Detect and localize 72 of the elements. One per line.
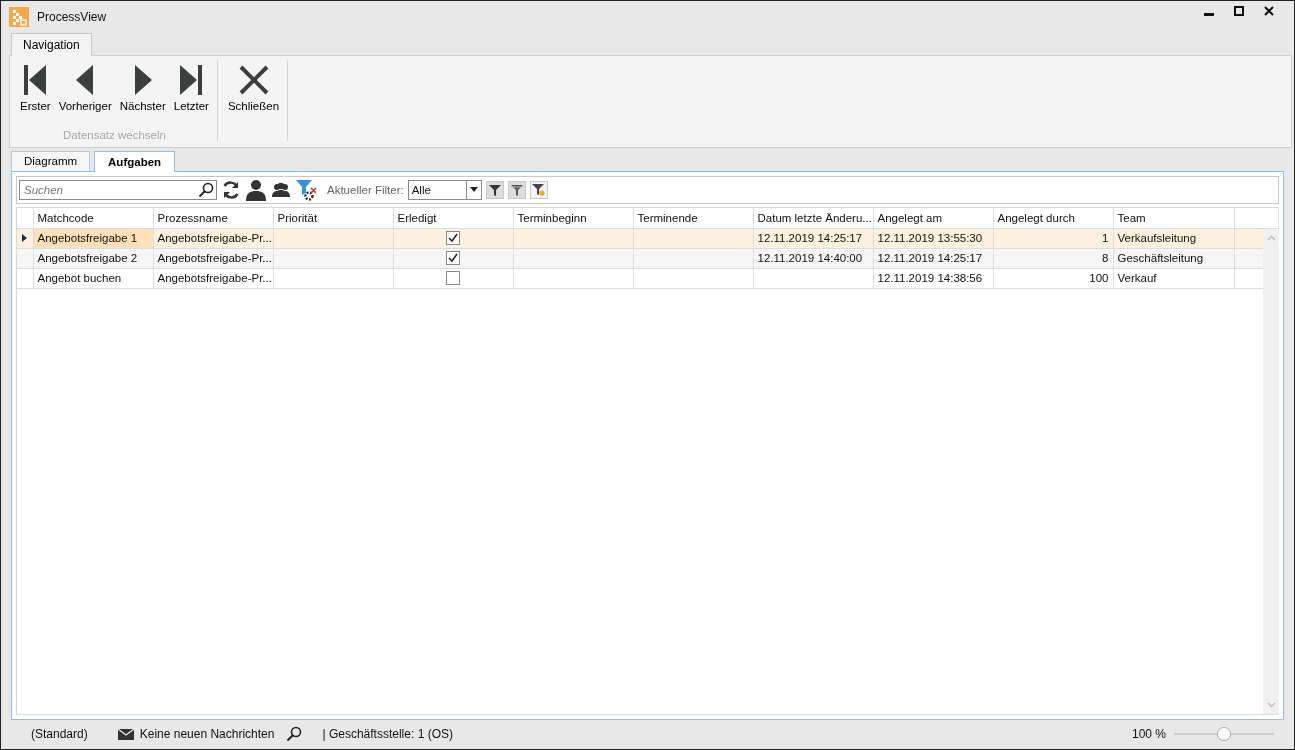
search-icon[interactable] bbox=[286, 726, 303, 743]
filter-gear-icon[interactable] bbox=[295, 178, 317, 201]
refresh-icon[interactable] bbox=[221, 179, 241, 200]
column-header[interactable]: Team bbox=[1113, 207, 1234, 229]
close-icon[interactable] bbox=[1264, 6, 1274, 17]
table-cell: 12.11.2019 14:38:56 bbox=[877, 272, 983, 285]
table-cell: Angebotsfreigabe 2 bbox=[37, 252, 138, 265]
zoom-value: 100 % bbox=[1131, 727, 1166, 742]
column-header[interactable]: Terminbeginn bbox=[513, 207, 633, 229]
messages-status: Keine neuen Nachrichten bbox=[139, 727, 275, 742]
table-cell: Geschäftsleitung bbox=[1117, 252, 1204, 265]
branch-status: | Geschäftsstelle: 1 (OS) bbox=[322, 727, 453, 742]
window-title: ProcessView bbox=[37, 10, 107, 25]
current-row-icon bbox=[22, 234, 28, 243]
table-cell: Angebotsfreigabe-Pr... bbox=[157, 232, 272, 245]
table-cell: 12.11.2019 13:55:30 bbox=[877, 232, 983, 245]
table-cell: Verkauf bbox=[1117, 272, 1157, 285]
filter-button[interactable] bbox=[485, 180, 504, 199]
skip-last-icon bbox=[178, 65, 205, 96]
navigation-button[interactable]: Letzter bbox=[171, 60, 211, 113]
table-cell: Angebot buchen bbox=[37, 272, 122, 285]
table-cell: 100 bbox=[1089, 272, 1109, 285]
table-cell: 12.11.2019 14:25:17 bbox=[877, 252, 983, 265]
search-icon bbox=[198, 181, 214, 198]
close-button[interactable]: Schließen bbox=[225, 60, 282, 113]
document-tab[interactable]: Diagramm bbox=[11, 150, 91, 171]
navigation-button[interactable]: Erster bbox=[18, 60, 53, 113]
edit-filter-button[interactable] bbox=[529, 180, 548, 199]
envelope-icon[interactable] bbox=[117, 728, 134, 740]
skip-first-icon bbox=[22, 65, 49, 96]
ribbon-tab[interactable]: Navigation bbox=[11, 33, 92, 57]
column-header[interactable]: Matchcode bbox=[33, 207, 153, 229]
table-cell: 8 bbox=[1102, 252, 1109, 265]
column-header[interactable]: Prozessname bbox=[153, 207, 273, 229]
search-field[interactable]: Suchen bbox=[19, 179, 217, 200]
navigation-button[interactable]: Nächster bbox=[117, 60, 168, 113]
filter-label: Aktueller Filter: bbox=[327, 183, 404, 196]
filter-dropdown[interactable]: Alle bbox=[407, 179, 482, 200]
table-cell: Angebotsfreigabe 1 bbox=[37, 232, 138, 245]
funnel-icon bbox=[488, 183, 501, 196]
table-cell: 1 bbox=[1102, 232, 1109, 245]
zoom-slider[interactable] bbox=[1174, 727, 1274, 742]
column-header[interactable]: Terminende bbox=[633, 207, 753, 229]
app-logo-icon bbox=[9, 7, 29, 28]
document-tab[interactable]: Aufgaben bbox=[94, 150, 176, 172]
layout-label: (Standard) bbox=[31, 727, 88, 742]
triangle-right-icon bbox=[132, 65, 153, 96]
column-header[interactable]: Angelegt durch bbox=[993, 207, 1113, 229]
column-header[interactable]: Erledigt bbox=[393, 207, 513, 229]
user-icon[interactable] bbox=[245, 178, 267, 201]
column-header[interactable]: Datum letzte Änderu... bbox=[753, 207, 873, 229]
funnel-star-icon bbox=[532, 183, 546, 197]
remove-filter-button[interactable] bbox=[507, 180, 526, 199]
column-header[interactable]: Angelegt am bbox=[873, 207, 993, 229]
dropdown-caret-icon bbox=[469, 187, 478, 193]
navigation-button[interactable]: Vorheriger bbox=[56, 60, 114, 113]
table-cell: Angebotsfreigabe-Pr... bbox=[157, 272, 272, 285]
slider-thumb[interactable] bbox=[1217, 727, 1231, 742]
table-cell: Verkaufsleitung bbox=[1117, 232, 1197, 245]
table-cell: Angebotsfreigabe-Pr... bbox=[157, 252, 272, 265]
table-cell: 12.11.2019 14:40:00 bbox=[757, 252, 863, 265]
checkbox[interactable] bbox=[446, 271, 460, 286]
group-label: Datensatz wechseln bbox=[63, 128, 166, 141]
checkbox[interactable] bbox=[446, 251, 460, 266]
cross-icon bbox=[238, 65, 269, 96]
checkbox[interactable] bbox=[446, 231, 460, 246]
maximize-icon[interactable] bbox=[1234, 6, 1244, 17]
users-icon[interactable] bbox=[271, 181, 291, 198]
triangle-left-icon bbox=[75, 65, 96, 96]
column-header[interactable]: Priorität bbox=[273, 207, 393, 229]
funnel-icon bbox=[510, 183, 523, 196]
table-cell: 12.11.2019 14:25:17 bbox=[757, 232, 863, 245]
